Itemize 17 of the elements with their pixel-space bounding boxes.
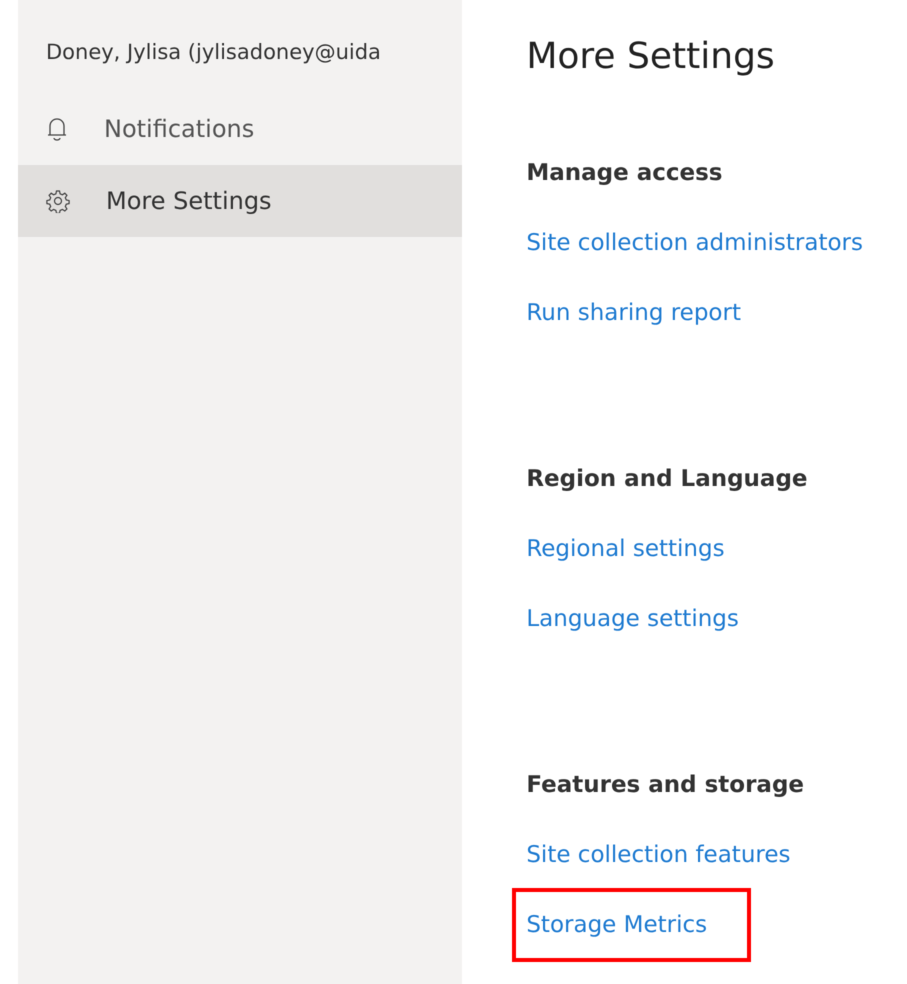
page-title: More Settings [526,36,776,79]
account-name: Doney, Jylisa (jylisadoney@uida [45,40,382,66]
settings-link[interactable]: Run sharing report [526,300,741,326]
settings-icon [46,189,70,213]
section-heading: Region and Language [526,465,809,494]
settings-link[interactable]: Regional settings [526,536,725,562]
settings-link[interactable]: Site collection administrators [526,230,863,256]
settings-link[interactable]: Site collection features [526,842,790,868]
sidebar-item-label: Notifications [104,115,254,143]
settings-link[interactable]: Storage Metrics [526,912,708,938]
sidebar-item[interactable]: More Settings [18,165,462,237]
sidebar-item[interactable]: Notifications [18,93,462,165]
settings-link[interactable]: Language settings [526,606,739,632]
sidebar-item-label: More Settings [106,187,272,215]
section-heading: Features and storage [526,771,806,800]
bell-icon [46,117,68,141]
section-heading: Manage access [526,159,724,188]
